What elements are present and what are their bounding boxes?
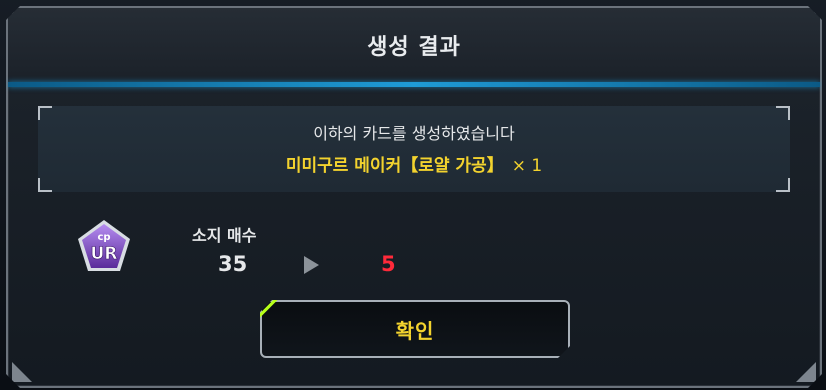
bracket-corner	[776, 106, 790, 120]
confirm-button[interactable]: 확인	[260, 300, 570, 358]
card-name: 미미구르 메이커【로얄 가공】	[285, 156, 504, 176]
header-accent-line	[8, 82, 820, 87]
rarity-badge-icon: cp UR	[76, 218, 132, 274]
confirm-button-label: 확인	[395, 318, 435, 343]
button-accent-stripe	[260, 300, 282, 322]
card-result-line: 미미구르 메이커【로얄 가공】 × 1	[38, 151, 790, 176]
bracket-corner	[38, 106, 52, 120]
rarity-badge-text: UR	[91, 244, 118, 264]
dialog-title: 생성 결과	[367, 35, 461, 60]
result-message: 이하의 카드를 생성하였습니다	[313, 124, 515, 143]
bracket-corner	[776, 178, 790, 192]
corner-ornament	[796, 362, 816, 382]
dialog-header: 생성 결과	[8, 8, 820, 82]
owned-count-before: 35	[218, 252, 248, 276]
card-quantity: × 1	[511, 156, 543, 176]
rarity-badge-prefix: cp	[97, 232, 110, 243]
result-message-box: 이하의 카드를 생성하였습니다 미미구르 메이커【로얄 가공】 × 1	[38, 106, 790, 192]
bracket-corner	[38, 178, 52, 192]
owned-count-after: 5	[381, 252, 396, 276]
arrow-right-icon	[304, 256, 319, 274]
owned-count-label: 소지 매수	[192, 226, 257, 245]
corner-ornament	[12, 362, 32, 382]
generation-result-dialog: 생성 결과 이하의 카드를 생성하였습니다 미미구르 메이커【로얄 가공】 × 1…	[6, 6, 822, 388]
